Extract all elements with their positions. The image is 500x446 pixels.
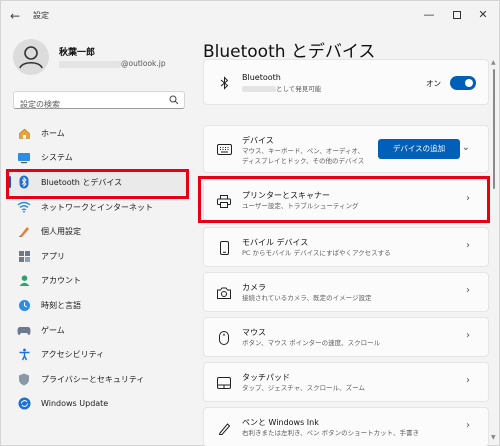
bluetooth-toggle-state: オン bbox=[426, 79, 441, 88]
camera-icon bbox=[216, 285, 232, 301]
sidebar-item-privacy-security[interactable]: プライバシーとセキュリティ bbox=[7, 367, 187, 392]
mobile-devices-card[interactable]: モバイル デバイス PC からモバイル デバイスにすばやくアクセスする › bbox=[203, 227, 489, 267]
person-icon bbox=[19, 46, 43, 69]
gaming-icon bbox=[17, 323, 31, 337]
shield-icon bbox=[17, 372, 31, 386]
touchpad-icon bbox=[216, 375, 232, 391]
search-input[interactable] bbox=[14, 96, 164, 113]
sidebar-item-label: 時刻と言語 bbox=[41, 300, 81, 310]
back-button[interactable]: ← bbox=[7, 8, 23, 24]
sidebar-item-accessibility[interactable]: アクセシビリティ bbox=[7, 342, 187, 367]
system-icon bbox=[17, 151, 31, 165]
sidebar-item-apps[interactable]: アプリ bbox=[7, 244, 187, 269]
sidebar-item-gaming[interactable]: ゲーム bbox=[7, 318, 187, 343]
pen-windows-ink-card[interactable]: ペンと Windows Ink 右利きまたは左利き、ペン ボタンのショートカット… bbox=[203, 407, 489, 446]
avatar[interactable] bbox=[13, 39, 49, 75]
maximize-icon bbox=[453, 11, 461, 19]
mobile-phone-icon bbox=[216, 240, 232, 256]
touchpad-subtitle: タップ、ジェスチャ、スクロール、ズーム bbox=[242, 384, 365, 392]
title-bar: ← 設定 — ✕ bbox=[1, 1, 500, 31]
user-email: @outlook.jp bbox=[59, 59, 166, 68]
mobile-devices-subtitle: PC からモバイル デバイスにすばやくアクセスする bbox=[242, 249, 391, 257]
mouse-card[interactable]: マウス ボタン、マウス ポインターの速度、スクロール › bbox=[203, 317, 489, 357]
time-language-icon bbox=[17, 298, 31, 312]
highlight-box-sidebar bbox=[6, 169, 189, 199]
highlight-box-printers bbox=[198, 176, 490, 223]
sidebar-item-label: ホーム bbox=[41, 128, 65, 138]
chevron-right-icon[interactable]: › bbox=[466, 330, 470, 341]
mobile-devices-title: モバイル デバイス bbox=[242, 238, 309, 247]
devices-card[interactable]: デバイス マウス、キーボード、ペン、オーディオ、ディスプレイとドック、その他のデ… bbox=[203, 125, 489, 173]
redacted-email-local-part bbox=[59, 60, 121, 68]
sidebar-item-account[interactable]: アカウント bbox=[7, 269, 187, 294]
scroll-down-arrow-icon[interactable]: ▼ bbox=[491, 434, 496, 441]
search-icon[interactable] bbox=[169, 95, 179, 105]
scrollbar-thumb[interactable] bbox=[493, 69, 495, 189]
scroll-up-arrow-icon[interactable]: ▲ bbox=[491, 59, 496, 66]
chevron-right-icon[interactable]: › bbox=[466, 285, 470, 296]
pen-windows-ink-subtitle: 右利きまたは左利き、ペン ボタンのショートカット、手書き bbox=[242, 429, 419, 437]
chevron-right-icon[interactable]: › bbox=[466, 420, 470, 431]
pen-icon bbox=[216, 420, 232, 436]
minimize-button[interactable]: — bbox=[419, 5, 439, 25]
bluetooth-card: Bluetooth として発見可能 オン bbox=[203, 59, 489, 105]
windows-update-icon bbox=[17, 397, 31, 411]
sidebar-item-label: システム bbox=[41, 153, 73, 163]
devices-title: デバイス bbox=[242, 136, 274, 145]
sidebar-item-label: プライバシーとセキュリティ bbox=[41, 374, 145, 384]
camera-title: カメラ bbox=[242, 283, 266, 292]
search-box[interactable] bbox=[13, 91, 185, 113]
chevron-right-icon[interactable]: › bbox=[466, 240, 470, 251]
devices-subtitle: マウス、キーボード、ペン、オーディオ、ディスプレイとドック、その他のデバイス bbox=[242, 147, 365, 165]
touchpad-card[interactable]: タッチパッド タップ、ジェスチャ、スクロール、ズーム › bbox=[203, 362, 489, 402]
sidebar-item-label: アカウント bbox=[41, 276, 81, 286]
sidebar-item-label: アクセシビリティ bbox=[41, 350, 105, 360]
sidebar-item-home[interactable]: ホーム bbox=[7, 121, 187, 146]
chevron-down-icon[interactable]: ⌄ bbox=[462, 142, 470, 153]
add-device-button[interactable]: デバイスの追加 bbox=[378, 139, 460, 159]
sidebar-item-personalization[interactable]: 個人用設定 bbox=[7, 219, 187, 244]
bluetooth-title: Bluetooth bbox=[242, 73, 281, 82]
network-icon bbox=[17, 200, 31, 214]
sidebar-item-label: ゲーム bbox=[41, 325, 65, 335]
home-icon bbox=[17, 126, 31, 140]
keyboard-icon bbox=[216, 141, 232, 157]
camera-card[interactable]: カメラ 接続されているカメラ、既定のイメージ設定 › bbox=[203, 272, 489, 312]
sidebar-nav: ホーム システム Bluetooth とデバイス ネットワークとインターネット … bbox=[7, 121, 187, 416]
sidebar-item-system[interactable]: システム bbox=[7, 146, 187, 171]
mouse-icon bbox=[216, 330, 232, 346]
camera-subtitle: 接続されているカメラ、既定のイメージ設定 bbox=[242, 294, 372, 302]
sidebar-item-label: ネットワークとインターネット bbox=[41, 202, 153, 212]
maximize-button[interactable] bbox=[447, 5, 467, 25]
mouse-subtitle: ボタン、マウス ポインターの速度、スクロール bbox=[242, 339, 381, 347]
user-name: 秋葉一郎 bbox=[59, 48, 96, 58]
sidebar-item-label: 個人用設定 bbox=[41, 227, 81, 237]
accessibility-icon bbox=[17, 348, 31, 362]
apps-icon bbox=[17, 249, 31, 263]
close-button[interactable]: ✕ bbox=[473, 5, 493, 25]
chevron-right-icon[interactable]: › bbox=[466, 375, 470, 386]
sidebar-item-windows-update[interactable]: Windows Update bbox=[7, 392, 187, 417]
bluetooth-toggle[interactable] bbox=[450, 76, 476, 90]
sidebar-item-label: アプリ bbox=[41, 251, 65, 261]
personalization-icon bbox=[17, 225, 31, 239]
app-title: 設定 bbox=[33, 11, 49, 20]
account-icon bbox=[17, 274, 31, 288]
bluetooth-discoverable-text: として発見可能 bbox=[242, 84, 321, 94]
touchpad-title: タッチパッド bbox=[242, 373, 290, 382]
settings-window: ← 設定 — ✕ 秋葉一郎 @outlook.jp ホーム bbox=[0, 0, 500, 446]
bluetooth-icon bbox=[216, 75, 232, 91]
mouse-title: マウス bbox=[242, 328, 266, 337]
sidebar-item-time-language[interactable]: 時刻と言語 bbox=[7, 293, 187, 318]
sidebar-item-label: Windows Update bbox=[41, 399, 109, 409]
redacted-device-name bbox=[242, 86, 276, 92]
pen-windows-ink-title: ペンと Windows Ink bbox=[242, 418, 319, 427]
back-arrow-icon: ← bbox=[9, 9, 21, 23]
